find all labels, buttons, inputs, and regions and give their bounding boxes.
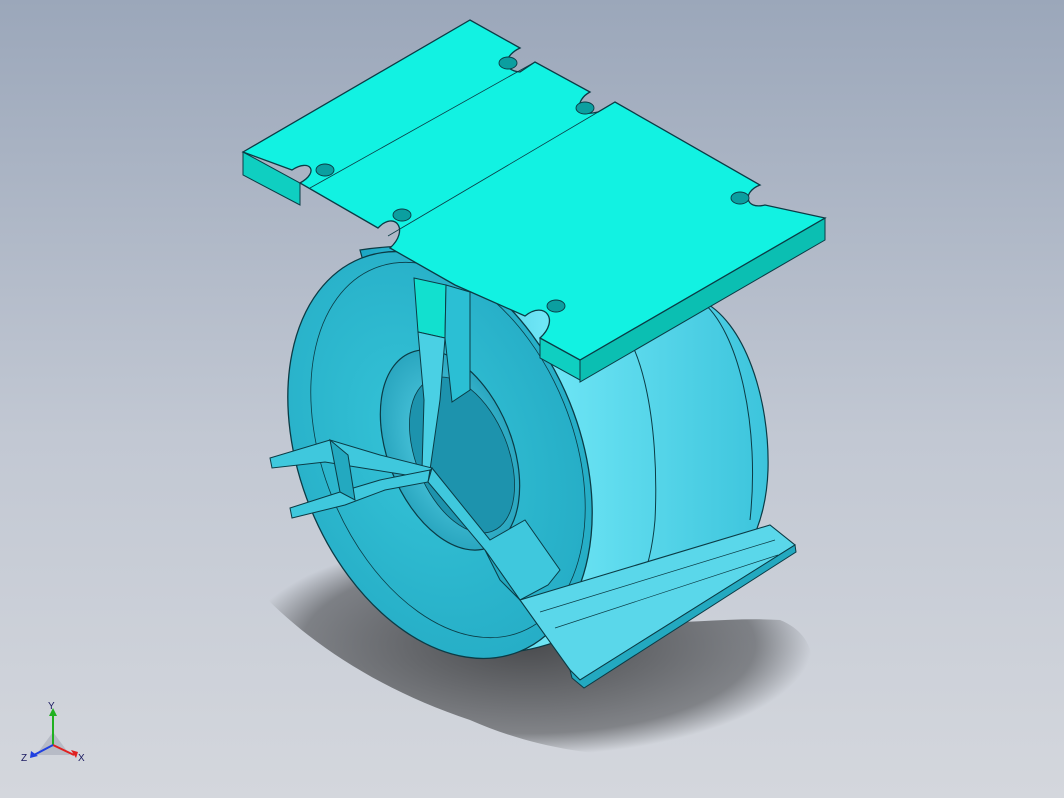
y-axis-label: Y (48, 701, 55, 712)
view-orientation-triad[interactable]: Y X Z (18, 700, 88, 770)
x-axis-label: X (78, 753, 85, 764)
cad-viewport[interactable]: Y X Z (0, 0, 1064, 798)
cad-model[interactable] (0, 0, 1064, 798)
z-axis-label: Z (21, 753, 27, 764)
